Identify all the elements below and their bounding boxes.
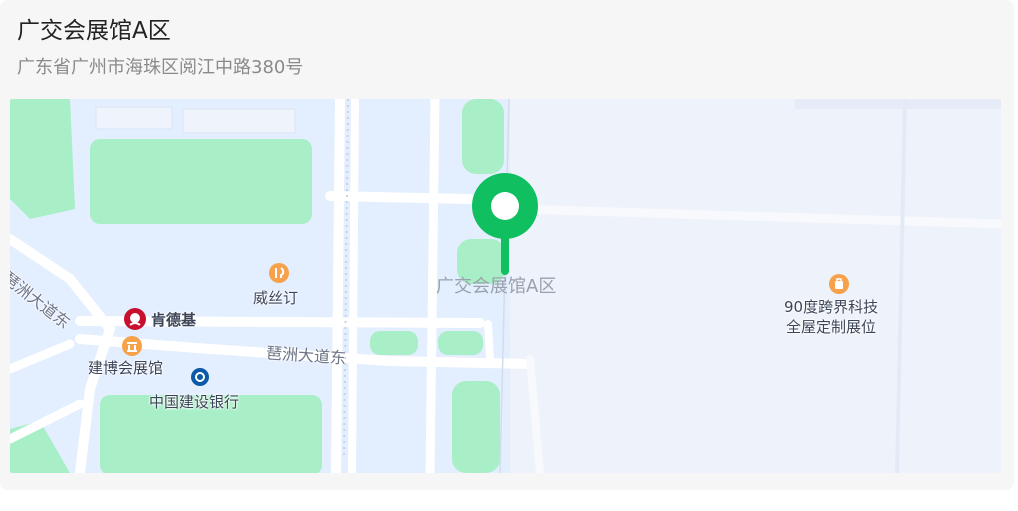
location-marker-icon[interactable] (470, 171, 540, 281)
landmark-icon[interactable] (121, 335, 143, 357)
poi-label-expo[interactable]: 建博会展馆 (88, 359, 163, 377)
map-view[interactable]: 威丝订 肯德基 建博会展馆 中国建设银行 90度跨界科技 全屋定制展位 琶洲大道… (10, 99, 1001, 473)
park-area (452, 381, 500, 473)
park-area (10, 99, 75, 219)
poi-label-food[interactable]: 威丝订 (253, 289, 298, 307)
location-card[interactable]: 广交会展馆A区 广东省广州市海珠区阅江中路380号 威丝订 肯德基 建博会展馆 … (0, 0, 1014, 490)
park-area (370, 331, 418, 355)
kfc-icon[interactable] (123, 307, 147, 331)
park-area (438, 331, 483, 355)
poi-label-shop-line2[interactable]: 全屋定制展位 (786, 318, 876, 336)
pin-food-icon[interactable] (268, 262, 290, 284)
shop-icon[interactable] (828, 273, 850, 295)
location-name: 广交会展馆A区 (17, 18, 171, 44)
poi-label-kfc[interactable]: 肯德基 (151, 311, 196, 329)
poi-label-shop[interactable]: 90度跨界科技 (784, 298, 878, 316)
park-area (462, 99, 504, 174)
poi-label-bank[interactable]: 中国建设银行 (149, 393, 239, 411)
park-area (90, 139, 312, 224)
location-address: 广东省广州市海珠区阅江中路380号 (17, 57, 304, 78)
bank-icon[interactable] (190, 367, 210, 387)
